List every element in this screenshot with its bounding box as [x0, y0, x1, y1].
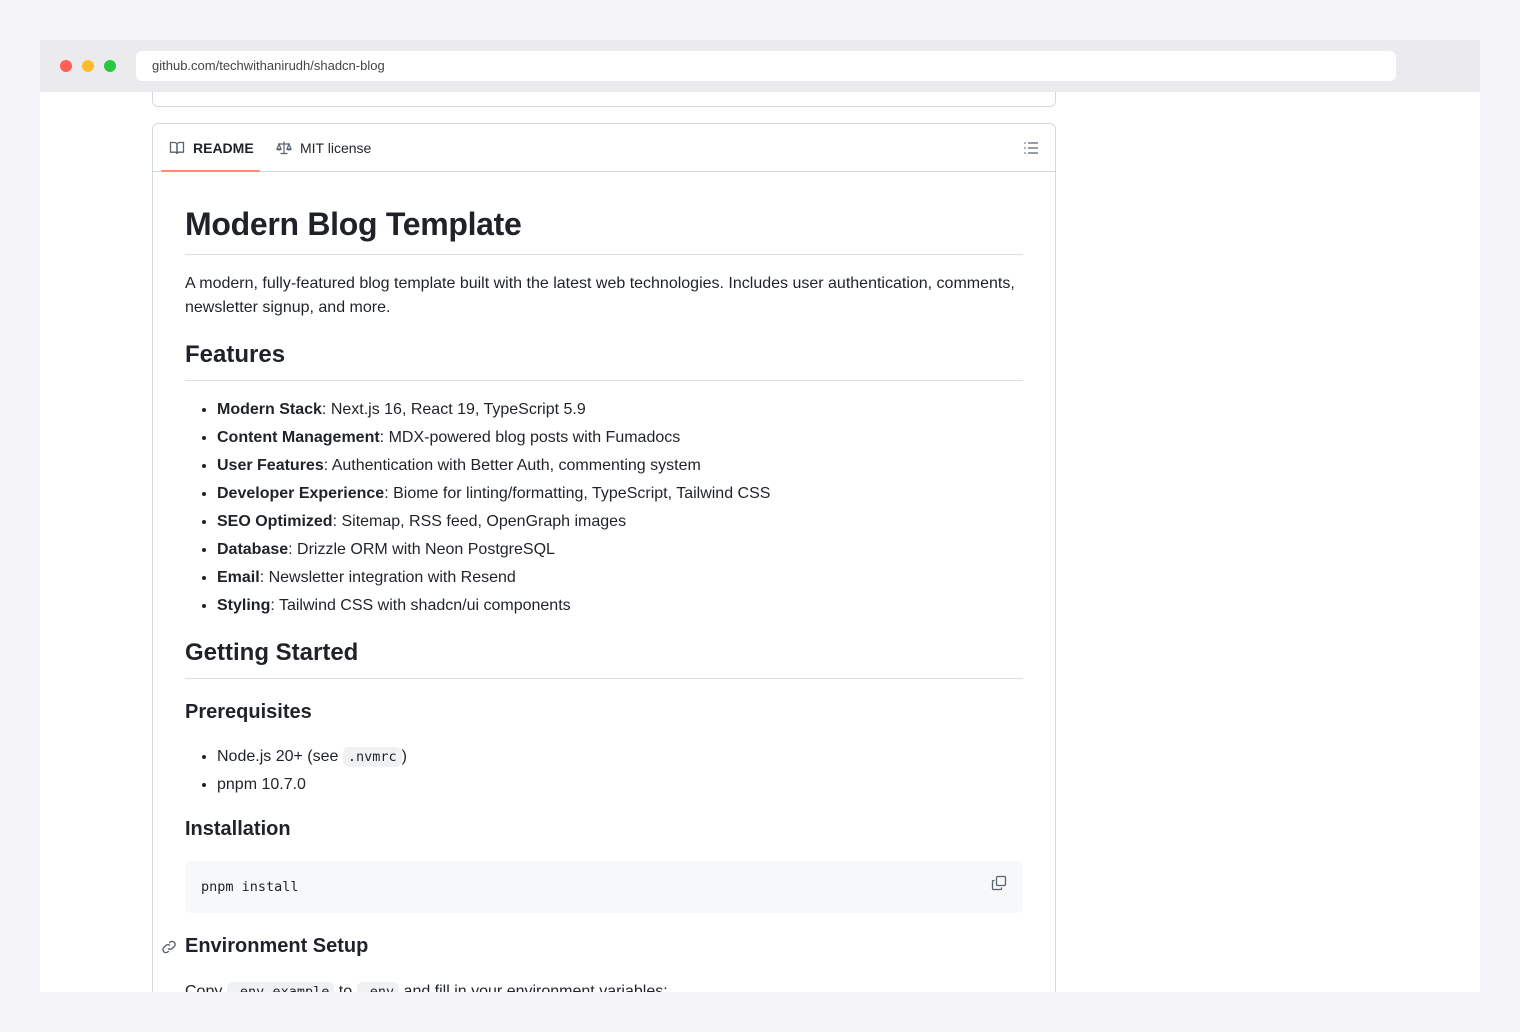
list-item: Database: Drizzle ORM with Neon PostgreS… [217, 538, 770, 562]
features-list: Modern Stack: Next.js 16, React 19, Type… [217, 398, 770, 622]
law-icon [276, 141, 292, 155]
readme-panel: README MIT license Modern Blog Template [152, 123, 1056, 992]
list-item: Email: Newsletter integration with Resen… [217, 566, 770, 590]
prerequisites-list: Node.js 20+ (see .nvmrc) pnpm 10.7.0 [217, 745, 407, 801]
browser-toolbar: github.com/techwithanirudh/shadcn-blog [40, 40, 1480, 92]
env-copy-text: Copy .env.example to .env and fill in yo… [185, 980, 668, 992]
env-setup-heading-text: Environment Setup [185, 935, 369, 957]
installation-heading: Installation [185, 818, 291, 840]
list-item: SEO Optimized: Sitemap, RSS feed, OpenGr… [217, 510, 770, 534]
link-icon[interactable] [161, 939, 177, 955]
readme-tabbar: README MIT license [153, 124, 1055, 172]
list-item: pnpm 10.7.0 [217, 773, 407, 797]
list-item: User Features: Authentication with Bette… [217, 454, 770, 478]
tab-readme-label: README [193, 140, 254, 156]
copy-icon[interactable] [991, 875, 1007, 891]
env-setup-heading: Environment Setup [162, 933, 369, 959]
features-heading: Features [185, 340, 1023, 381]
inline-code: .nvmrc [342, 747, 402, 767]
close-window-button[interactable] [60, 60, 72, 72]
tab-license[interactable]: MIT license [276, 124, 371, 172]
list-item: Content Management: MDX-powered blog pos… [217, 426, 770, 450]
list-item: Modern Stack: Next.js 16, React 19, Type… [217, 398, 770, 422]
maximize-window-button[interactable] [104, 60, 116, 72]
list-item: Developer Experience: Biome for linting/… [217, 482, 770, 506]
book-icon [169, 141, 185, 155]
outline-list-icon[interactable] [1023, 140, 1039, 156]
readme-title: Modern Blog Template [185, 206, 1023, 255]
tab-readme[interactable]: README [169, 124, 254, 172]
tab-license-label: MIT license [300, 140, 372, 156]
prerequisites-heading: Prerequisites [185, 701, 312, 723]
browser-window: github.com/techwithanirudh/shadcn-blog R… [40, 40, 1480, 992]
install-command: pnpm install [201, 879, 299, 895]
inline-code: .env [356, 982, 400, 992]
list-item: Styling: Tailwind CSS with shadcn/ui com… [217, 594, 770, 618]
inline-code: .env.example [226, 982, 335, 992]
readme-intro: A modern, fully-featured blog template b… [185, 275, 1015, 316]
address-bar[interactable]: github.com/techwithanirudh/shadcn-blog [136, 51, 1396, 81]
getting-started-heading: Getting Started [185, 638, 1023, 679]
list-item: Node.js 20+ (see .nvmrc) [217, 745, 407, 769]
minimize-window-button[interactable] [82, 60, 94, 72]
install-code-block: pnpm install [185, 861, 1023, 913]
active-tab-indicator [161, 170, 260, 172]
